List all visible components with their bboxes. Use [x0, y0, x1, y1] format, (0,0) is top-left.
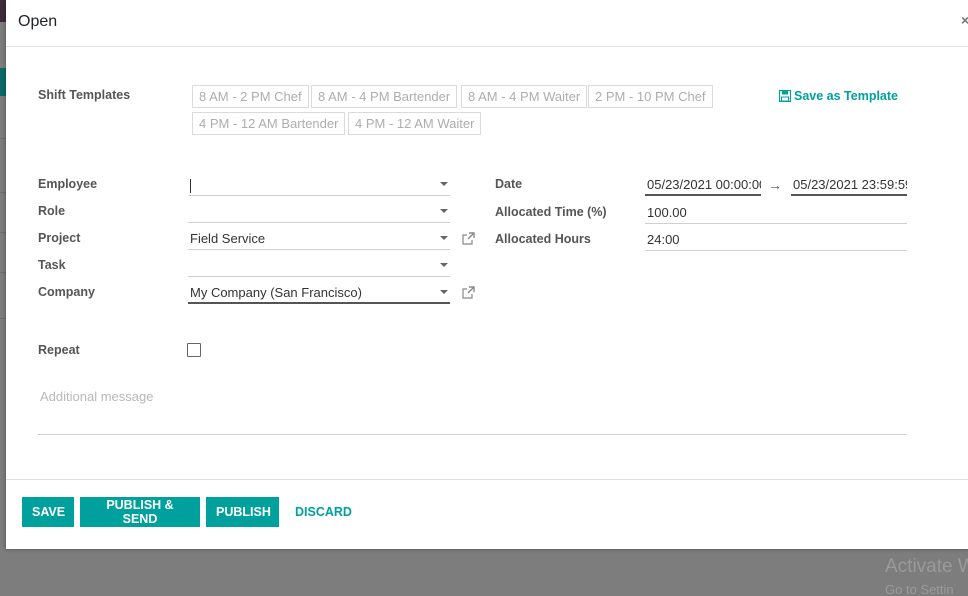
- employee-field[interactable]: [188, 172, 450, 196]
- shift-template-button[interactable]: 4 PM - 12 AM Waiter: [348, 112, 482, 135]
- save-as-template-button[interactable]: Save as Template: [779, 89, 898, 103]
- allocated-time-label: Allocated Time (%): [495, 205, 607, 219]
- role-label: Role: [38, 204, 66, 218]
- repeat-label: Repeat: [38, 343, 80, 357]
- close-icon[interactable]: ×: [961, 12, 968, 28]
- allocated-hours-field[interactable]: 24:00: [645, 227, 907, 251]
- company-label: Company: [38, 285, 95, 299]
- shift-templates-label: Shift Templates: [38, 88, 131, 102]
- allocated-hours-label: Allocated Hours: [495, 232, 591, 246]
- task-label: Task: [38, 258, 66, 272]
- employee-label: Employee: [38, 177, 98, 191]
- role-field[interactable]: [188, 199, 450, 223]
- chevron-down-icon[interactable]: [440, 209, 448, 213]
- chevron-down-icon[interactable]: [440, 182, 448, 186]
- project-label: Project: [38, 231, 81, 245]
- chevron-down-icon[interactable]: [440, 263, 448, 267]
- external-link-icon[interactable]: [461, 286, 475, 300]
- date-start-field[interactable]: 05/23/2021 00:00:00: [645, 172, 761, 196]
- external-link-icon[interactable]: [461, 232, 475, 246]
- project-field[interactable]: Field Service: [188, 226, 450, 250]
- date-end-field[interactable]: 05/23/2021 23:59:59: [791, 172, 907, 196]
- windows-activation-subtext: Go to Settin: [885, 582, 954, 596]
- dialog-header: Open ×: [6, 0, 968, 47]
- allocated-time-field[interactable]: 100.00: [645, 200, 907, 224]
- chevron-down-icon[interactable]: [440, 290, 448, 294]
- shift-template-button[interactable]: 8 AM - 4 PM Bartender: [311, 85, 458, 108]
- text-cursor: [190, 178, 191, 193]
- discard-button[interactable]: DISCARD: [285, 497, 362, 527]
- arrow-right-icon: →: [768, 177, 782, 193]
- additional-message-field[interactable]: Additional message: [38, 384, 907, 435]
- shift-dialog: Open × Shift Templates 8 AM - 2 PM Chef …: [6, 0, 968, 549]
- dialog-footer: SAVE PUBLISH & SEND PUBLISH DISCARD: [6, 479, 968, 549]
- publish-send-button[interactable]: PUBLISH & SEND: [80, 497, 200, 527]
- chevron-down-icon[interactable]: [440, 236, 448, 240]
- windows-activation-watermark: Activate W: [885, 556, 968, 577]
- shift-template-button[interactable]: 8 AM - 4 PM Waiter: [461, 85, 588, 108]
- company-field[interactable]: My Company (San Francisco): [188, 280, 450, 304]
- shift-template-button[interactable]: 2 PM - 10 PM Chef: [588, 85, 713, 108]
- repeat-checkbox[interactable]: [187, 343, 201, 357]
- floppy-disk-icon: [779, 90, 791, 102]
- shift-template-button[interactable]: 4 PM - 12 AM Bartender: [192, 112, 346, 135]
- publish-button[interactable]: PUBLISH: [206, 497, 279, 527]
- dialog-title: Open: [18, 13, 58, 30]
- date-label: Date: [495, 177, 523, 191]
- save-as-template-label: Save as Template: [794, 89, 898, 103]
- shift-template-button[interactable]: 8 AM - 2 PM Chef: [192, 85, 309, 108]
- task-field[interactable]: [188, 253, 450, 277]
- save-button[interactable]: SAVE: [22, 497, 74, 527]
